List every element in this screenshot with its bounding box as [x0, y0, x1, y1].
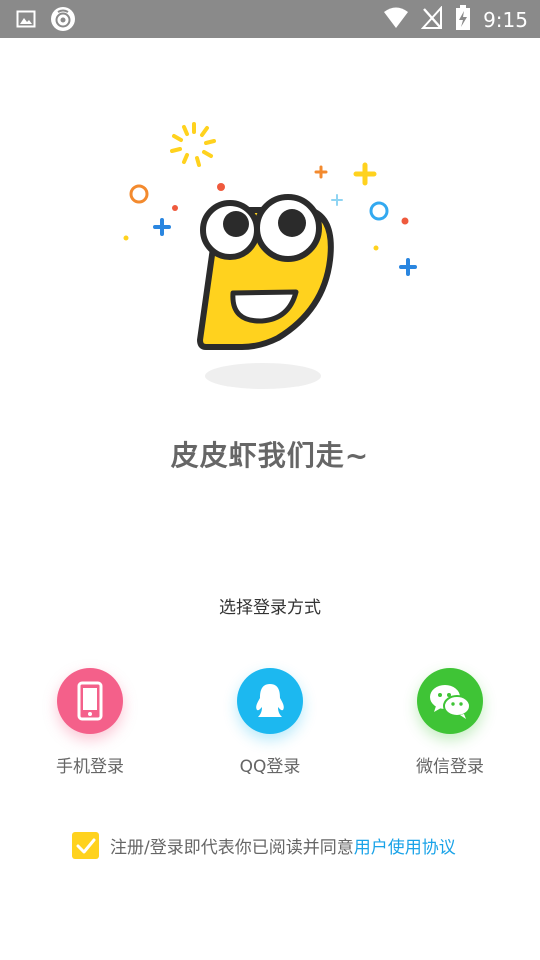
agreement-row: 注册/登录即代表你已阅读并同意 用户使用协议	[72, 832, 456, 859]
phone-login-button[interactable]: 手机登录	[30, 668, 150, 777]
wechat-icon	[417, 668, 483, 734]
phone-icon	[57, 668, 123, 734]
qq-login-label: QQ登录	[239, 757, 301, 777]
wifi-icon	[383, 7, 409, 33]
status-bar: 9:15	[0, 0, 540, 38]
wechat-login-label: 微信登录	[416, 757, 484, 777]
wechat-login-button[interactable]: 微信登录	[390, 668, 510, 777]
qq-login-button[interactable]: QQ登录	[210, 668, 330, 777]
battery-charging-icon	[455, 5, 471, 35]
agreement-checkbox[interactable]	[72, 832, 99, 859]
pipixia-mascot	[110, 110, 430, 400]
no-signal-icon	[420, 5, 443, 34]
clock: 9:15	[483, 8, 528, 32]
login-method-title: 选择登录方式	[219, 598, 321, 618]
agreement-text: 注册/登录即代表你已阅读并同意	[110, 838, 354, 858]
sparkle-icon	[170, 122, 216, 167]
user-agreement-link[interactable]: 用户使用协议	[354, 833, 456, 858]
check-icon	[76, 838, 95, 853]
app-camera-icon	[50, 6, 76, 36]
image-icon	[16, 9, 36, 33]
qq-penguin-icon	[237, 668, 303, 734]
slogan: 皮皮虾我们走~	[170, 439, 370, 472]
phone-login-label: 手机登录	[56, 757, 124, 777]
